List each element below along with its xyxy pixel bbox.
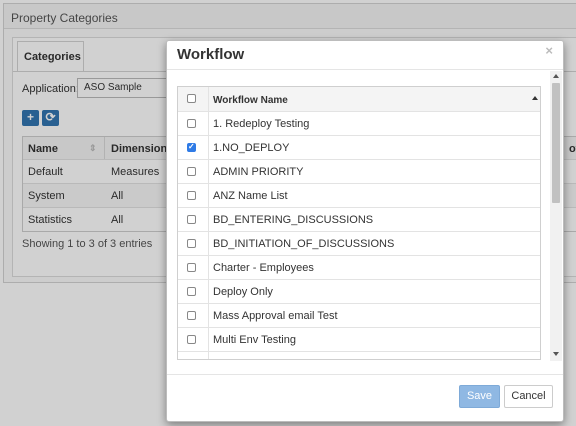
column-divider	[208, 112, 209, 135]
column-divider	[208, 352, 209, 359]
list-item[interactable]: Mass Approval email Test	[178, 303, 540, 327]
scroll-up-icon[interactable]	[553, 74, 559, 78]
save-button[interactable]: Save	[459, 385, 500, 408]
workflow-checkbox[interactable]	[187, 311, 196, 320]
list-item[interactable]: Multi Env Testing	[178, 327, 540, 351]
sort-ascending-icon[interactable]	[532, 96, 538, 100]
list-item[interactable]: 1.NO_DEPLOY	[178, 135, 540, 159]
workflow-checkbox[interactable]	[187, 287, 196, 296]
list-item[interactable]: BD_ENTERING_DISCUSSIONS	[178, 207, 540, 231]
select-all-checkbox[interactable]	[187, 94, 196, 103]
footer-divider	[167, 374, 563, 375]
list-header-row: Workflow Name	[178, 87, 540, 111]
workflow-name: ANZ Name List	[213, 190, 288, 202]
workflow-name: Charter - Employees	[213, 262, 314, 274]
list-item[interactable]: 1. Redeploy Testing	[178, 111, 540, 135]
workflow-checkbox[interactable]	[187, 191, 196, 200]
column-divider	[208, 280, 209, 303]
list-item[interactable]: New GL Account	[178, 351, 540, 360]
workflow-checkbox[interactable]	[187, 119, 196, 128]
workflow-name: Deploy Only	[213, 286, 273, 298]
workflow-checkbox[interactable]	[187, 215, 196, 224]
list-item[interactable]: BD_INITIATION_OF_DISCUSSIONS	[178, 231, 540, 255]
workflow-name: 1.NO_DEPLOY	[213, 142, 290, 154]
workflow-name: ADMIN PRIORITY	[213, 166, 304, 178]
column-divider	[208, 184, 209, 207]
workflow-name: BD_ENTERING_DISCUSSIONS	[213, 214, 374, 226]
workflow-checkbox[interactable]	[187, 335, 196, 344]
workflow-name: Multi Env Testing	[213, 334, 296, 346]
column-divider	[208, 328, 209, 351]
column-divider	[208, 232, 209, 255]
workflow-checkbox[interactable]	[187, 239, 196, 248]
workflow-checkbox[interactable]	[187, 167, 196, 176]
workflow-checkbox[interactable]	[187, 263, 196, 272]
list-item[interactable]: ADMIN PRIORITY	[178, 159, 540, 183]
workflow-name: BD_INITIATION_OF_DISCUSSIONS	[213, 238, 395, 250]
close-icon[interactable]: ×	[545, 43, 553, 58]
scrollbar[interactable]	[550, 71, 562, 361]
column-divider	[208, 208, 209, 231]
workflow-name: New GL Account	[213, 358, 295, 359]
cancel-button[interactable]: Cancel	[504, 385, 553, 408]
column-header-workflow-name[interactable]: Workflow Name	[213, 95, 288, 106]
list-item[interactable]: Charter - Employees	[178, 255, 540, 279]
list-item[interactable]: ANZ Name List	[178, 183, 540, 207]
list-item[interactable]: Deploy Only	[178, 279, 540, 303]
title-divider	[167, 69, 563, 70]
column-divider	[208, 304, 209, 327]
column-divider	[208, 256, 209, 279]
column-divider	[208, 160, 209, 183]
column-divider	[208, 136, 209, 159]
scroll-down-icon[interactable]	[553, 352, 559, 356]
dialog-title: Workflow	[177, 46, 245, 63]
workflow-list: Workflow Name 1. Redeploy Testing 1.NO_DE…	[177, 86, 541, 360]
column-divider	[208, 87, 209, 111]
workflow-dialog: Workflow × Workflow Name 1. Redeploy Tes…	[166, 40, 564, 422]
workflow-checkbox[interactable]	[187, 142, 196, 152]
workflow-name: 1. Redeploy Testing	[213, 118, 310, 130]
scrollbar-thumb[interactable]	[552, 83, 560, 203]
workflow-name: Mass Approval email Test	[213, 310, 338, 322]
workflow-checkbox[interactable]	[187, 359, 196, 360]
